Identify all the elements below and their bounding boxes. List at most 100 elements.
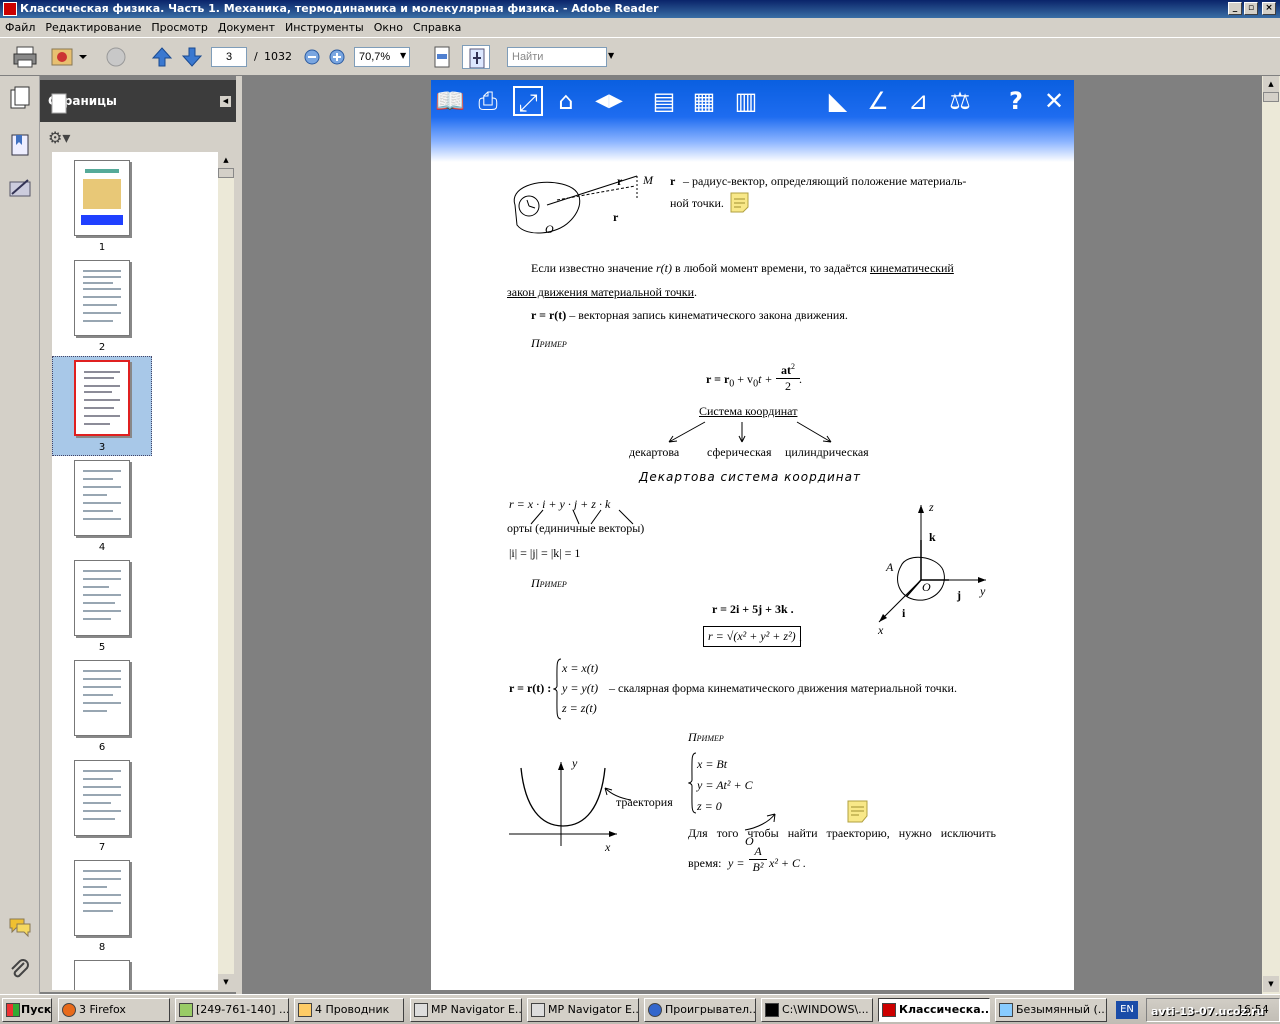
menu-view[interactable]: Просмотр	[146, 18, 212, 38]
incline-icon[interactable]: ⊿	[903, 86, 933, 116]
task-mp-navigator-1[interactable]: MP Navigator E...	[410, 998, 522, 1022]
doc-scroll-thumb[interactable]	[1263, 92, 1279, 102]
collapse-panel-icon[interactable]: ◀	[220, 96, 231, 107]
thumbnail-label: 4	[98, 542, 106, 553]
example-label-2: Пример	[531, 576, 567, 590]
search-input[interactable]: Найти	[507, 47, 607, 67]
page-thumbnail-2[interactable]	[74, 260, 130, 336]
pages-panel-icon[interactable]	[9, 86, 31, 112]
sticky-note-icon-2[interactable]	[847, 800, 869, 824]
app-icon	[179, 1003, 193, 1017]
notebook-icon[interactable]: ▦	[689, 86, 719, 116]
final-text-2c: x² + C .	[769, 856, 807, 870]
axis-x-label: x	[878, 623, 884, 637]
scroll-up-icon[interactable]: ▲	[218, 152, 234, 168]
zoom-in-icon[interactable]	[327, 45, 347, 69]
next-page-icon[interactable]	[180, 45, 204, 69]
back-forward-icon[interactable]: ◀▶	[589, 86, 629, 116]
book-icon[interactable]: 📖	[435, 86, 465, 116]
document-page: 📖 ⎙ ⤢ ⌂ ◀▶ ▤ ▦ ▥ ◣ ∠ ⊿ ⚖ ? ✕ r M r O r –…	[431, 80, 1074, 990]
fit-page-icon[interactable]	[462, 45, 490, 69]
zoom-out-icon[interactable]	[302, 45, 322, 69]
attachments-paperclip-icon[interactable]	[8, 958, 32, 982]
bookmarks-panel-icon[interactable]	[9, 132, 31, 158]
equation-5-end: .	[799, 630, 802, 644]
menu-help[interactable]: Справка	[408, 18, 466, 38]
document-scrollbar[interactable]: ▲ ▼	[1262, 76, 1280, 994]
scroll-thumb[interactable]	[218, 168, 234, 178]
system-z: z = z(t)	[562, 701, 597, 715]
page-thumbnail-1[interactable]	[74, 160, 130, 236]
eq1-b: + v	[734, 372, 754, 386]
signatures-panel-icon[interactable]	[8, 176, 32, 200]
eq1-den: 2	[785, 379, 791, 393]
eq1-c: t +	[758, 372, 773, 386]
maximize-button[interactable]: ▫	[1244, 2, 1258, 15]
doc-scroll-down-icon[interactable]: ▼	[1263, 976, 1279, 992]
panel-splitter[interactable]	[236, 76, 242, 994]
chevron-down-icon[interactable]: ▼	[400, 51, 406, 60]
axis-i-label: i	[902, 606, 906, 620]
example-x: x = Bt	[697, 757, 728, 771]
task-paint[interactable]: Безымянный (...	[995, 998, 1107, 1022]
page-number-input[interactable]: 3	[211, 47, 247, 67]
page-thumbnail-8[interactable]	[74, 860, 130, 936]
contents-icon[interactable]: ▤	[649, 86, 679, 116]
task-firefox[interactable]: 3 Firefox	[58, 998, 170, 1022]
page-thumbnail-3[interactable]	[74, 360, 130, 436]
fit-width-icon[interactable]	[430, 45, 454, 69]
task-2[interactable]: [249-761-140] ...	[175, 998, 289, 1022]
collaborate-icon[interactable]	[102, 45, 130, 69]
scales-icon[interactable]: ⚖	[945, 86, 975, 116]
sticky-note-icon[interactable]	[730, 192, 750, 214]
app-icon	[414, 1003, 428, 1017]
projectile-icon[interactable]: ∠	[863, 86, 893, 116]
previous-page-icon[interactable]	[150, 45, 174, 69]
film-icon[interactable]: ▥	[731, 86, 761, 116]
doc-scroll-up-icon[interactable]: ▲	[1263, 76, 1279, 92]
home-icon[interactable]: ⌂	[551, 86, 581, 116]
equation-4: r = 2i + 5j + 3k .	[712, 602, 794, 616]
equation-5-boxed: r = √(x² + y² + z²)	[703, 626, 801, 647]
fig-M-label: M	[643, 173, 653, 187]
page-thumbnail-9[interactable]	[74, 960, 130, 990]
page-thumbnail-7[interactable]	[74, 760, 130, 836]
email-icon[interactable]	[48, 45, 88, 69]
close-button[interactable]: ×	[1262, 2, 1276, 15]
menu-file[interactable]: Файл	[0, 18, 40, 38]
print-icon[interactable]	[12, 45, 40, 69]
task-explorer[interactable]: 4 Проводник	[294, 998, 404, 1022]
thumbnails-list: 1 2 3 4 5 6 7 8	[52, 152, 218, 990]
page-thumbnail-5[interactable]	[74, 560, 130, 636]
search-dropdown-icon[interactable]: ▼	[608, 51, 614, 60]
eq1-num: at	[781, 363, 791, 377]
task-player[interactable]: Проигрывател...	[644, 998, 756, 1022]
printer-icon[interactable]: ⎙	[473, 86, 503, 116]
thumbnails-scrollbar[interactable]: ▲ ▼	[218, 152, 234, 990]
page-thumbnail-4[interactable]	[74, 460, 130, 536]
help-icon[interactable]: ?	[1001, 86, 1031, 116]
menu-tools[interactable]: Инструменты	[280, 18, 369, 38]
start-button[interactable]: Пуск	[2, 998, 52, 1022]
axis-j-label: j	[957, 588, 961, 602]
menu-window[interactable]: Окно	[369, 18, 408, 38]
comments-panel-icon[interactable]	[8, 916, 32, 938]
thumbnail-label: 8	[98, 942, 106, 953]
fullscreen-icon[interactable]: ⤢	[513, 86, 543, 117]
task-cmd[interactable]: C:\WINDOWS\...	[761, 998, 873, 1022]
mouse-icon[interactable]: ◣	[823, 86, 853, 116]
page-thumbnail-6[interactable]	[74, 660, 130, 736]
close-x-icon[interactable]: ✕	[1039, 86, 1069, 116]
coord-cartesian: декартова	[629, 445, 680, 459]
pages-panel-toolbar: ⚙▾	[40, 122, 236, 150]
thumbnail-label: 6	[98, 742, 106, 753]
task-adobe-reader[interactable]: Классическа...	[878, 998, 990, 1022]
task-mp-navigator-2[interactable]: MP Navigator E...	[527, 998, 639, 1022]
menu-document[interactable]: Документ	[213, 18, 280, 38]
minimize-button[interactable]: _	[1228, 2, 1242, 15]
scroll-down-icon[interactable]: ▼	[218, 974, 234, 990]
workspace: Страницы ◀ ⚙▾ 1 2 3 4 5 6 7 8 ▲ ▼ 📖 ⎙ ⤢ …	[0, 76, 1280, 994]
language-indicator[interactable]: EN	[1116, 1001, 1138, 1019]
menu-edit[interactable]: Редактирование	[40, 18, 146, 38]
options-gear-icon[interactable]: ⚙▾	[48, 128, 70, 147]
